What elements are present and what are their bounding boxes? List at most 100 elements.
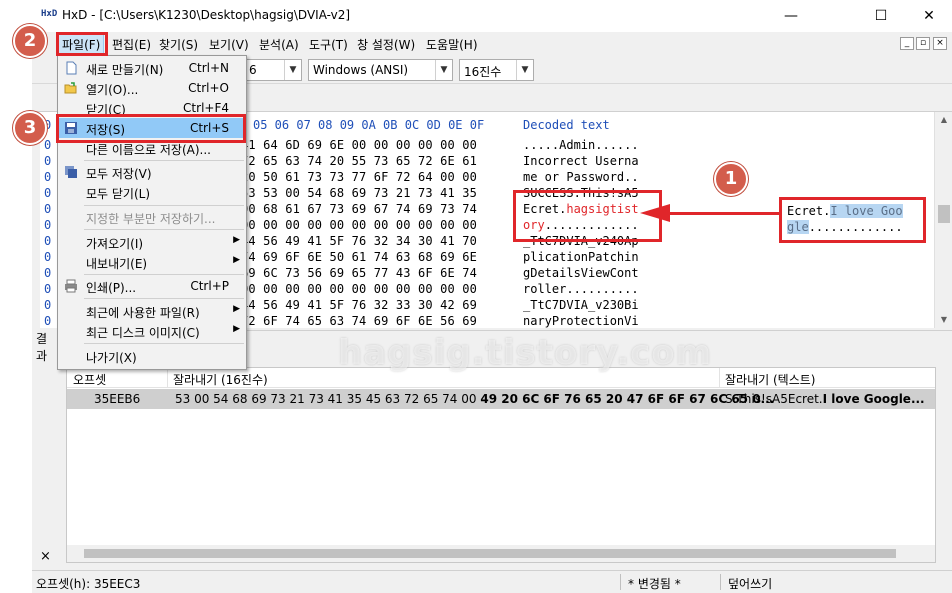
menu-item-close-all[interactable]: 모두 닫기(L) — [58, 182, 246, 202]
menu-item-label: 인쇄(P)... — [86, 281, 137, 295]
row-hex: 72 65 63 74 20 55 73 65 72 6E 61 — [241, 154, 477, 168]
menu-separator — [84, 274, 244, 275]
menu-edit[interactable]: 편집(E) — [112, 36, 151, 53]
menu-item-save-all[interactable]: 모두 저장(V) — [58, 162, 246, 182]
minimize-button[interactable]: — — [768, 0, 814, 32]
watermark: hagsig.tistory.com — [338, 333, 713, 373]
menu-item-shortcut: Ctrl+F4 — [183, 101, 229, 115]
status-bar: 오프셋(h): 35EEC3 * 변경됨 * 덮어쓰기 — [32, 570, 952, 593]
row-text: .....Admin...... — [523, 138, 639, 152]
menu-item-label: 나가기(X) — [86, 351, 137, 365]
menu-item-recent-disk-images[interactable]: 최근 디스크 이미지(C) ▶ — [58, 321, 246, 341]
menu-item-label: 다른 이름으로 저장(A)... — [86, 143, 211, 157]
menu-item-recent-files[interactable]: 최근에 사용한 파일(R) ▶ — [58, 301, 246, 321]
menu-item-label: 최근에 사용한 파일(R) — [86, 306, 200, 320]
decoded-text-header: Decoded text — [523, 118, 610, 132]
callout-text: Ecret. — [787, 204, 831, 218]
callout-text: ............. — [808, 220, 903, 234]
menu-item-label: 지정한 부분만 저장하기... — [86, 212, 216, 226]
row-text: me or Password.. — [523, 170, 639, 184]
callout-selection: gle — [787, 220, 809, 234]
menu-item-new[interactable]: 새로 만들기(N) Ctrl+N — [58, 58, 246, 78]
menu-item-label: 가져오기(I) — [86, 237, 144, 251]
menu-search[interactable]: 찾기(S) — [159, 36, 198, 53]
menu-separator — [84, 205, 244, 206]
results-horizontal-scrollbar[interactable] — [67, 545, 935, 562]
close-results-icon[interactable]: × — [40, 549, 51, 564]
row-hex: 44 56 49 41 5F 76 32 33 30 42 69 — [241, 298, 477, 312]
scroll-down-icon[interactable]: ▼ — [935, 312, 952, 328]
chevron-down-icon: ▼ — [435, 60, 452, 80]
row-offset: 0 — [44, 298, 52, 312]
menu-item-exit[interactable]: 나가기(X) — [58, 346, 246, 366]
row-hex: 20 50 61 73 73 77 6F 72 64 00 00 — [241, 170, 477, 184]
table-row[interactable]: 35EEB6 53 00 54 68 69 73 21 73 41 35 45 … — [67, 389, 935, 409]
menu-item-export[interactable]: 내보내기(E) ▶ — [58, 252, 246, 272]
mdi-close-button[interactable]: × — [933, 37, 947, 50]
file-menu-dropdown: 새로 만들기(N) Ctrl+N 열기(O)... Ctrl+O 닫기(C) C… — [57, 55, 247, 370]
mdi-restore-button[interactable]: ▫ — [916, 37, 930, 50]
result-text-plain: S.This!sA5Ecret. — [725, 392, 823, 406]
hex-column-header: 05 06 07 08 09 0A 0B 0C 0D 0E 0F — [253, 118, 485, 132]
menu-item-import[interactable]: 가져오기(I) ▶ — [58, 232, 246, 252]
menu-item-open[interactable]: 열기(O)... Ctrl+O — [58, 78, 246, 98]
menu-view[interactable]: 보기(V) — [209, 36, 249, 53]
menu-item-label: 최근 디스크 이미지(C) — [86, 326, 200, 340]
new-file-icon — [66, 61, 77, 75]
menu-item-shortcut: Ctrl+P — [190, 279, 229, 293]
callout-line-2: gle............. — [787, 220, 903, 234]
highlight-box-save — [56, 114, 246, 143]
hex-vertical-scrollbar[interactable]: ▲ ▼ — [934, 112, 952, 328]
charset-value: Windows (ANSI) — [313, 63, 409, 77]
col-hex-cut[interactable]: 잘라내기 (16진수) — [173, 371, 268, 388]
menu-separator — [84, 229, 244, 230]
annotation-arrow-head-icon — [640, 204, 670, 222]
hxd-window: HxD HxD - [C:\Users\K1230\Desktop\hagsig… — [0, 0, 952, 593]
row-offset: 0 — [44, 154, 52, 168]
charset-select[interactable]: Windows (ANSI) ▼ — [308, 59, 453, 81]
menu-help[interactable]: 도움말(H) — [426, 36, 478, 53]
results-panel-label: 결과 — [36, 332, 48, 363]
bytes-per-row-select[interactable]: 6 ▼ — [244, 59, 302, 81]
row-hex: 44 56 49 41 5F 76 32 34 30 41 70 — [241, 234, 477, 248]
annotation-arrow-shaft — [668, 212, 780, 215]
row-hex: 69 6C 73 56 69 65 77 43 6F 6E 74 — [241, 266, 477, 280]
column-divider — [167, 368, 168, 388]
hxd-app-icon: HxD — [41, 9, 58, 19]
scrollbar-thumb[interactable] — [938, 205, 950, 223]
row-offset: 0 — [44, 250, 52, 264]
scrollbar-thumb[interactable] — [84, 549, 896, 558]
menu-tools[interactable]: 도구(T) — [309, 36, 348, 53]
menu-window[interactable]: 창 설정(W) — [357, 36, 415, 53]
offset-base-select[interactable]: 16진수 ▼ — [459, 59, 534, 81]
column-divider — [719, 368, 720, 388]
menu-item-shortcut: Ctrl+O — [188, 81, 229, 95]
scroll-up-icon[interactable]: ▲ — [935, 112, 952, 128]
menu-bar: 파일(F) 편집(E) 찾기(S) 보기(V) 분석(A) 도구(T) 창 설정… — [32, 32, 952, 56]
result-offset: 35EEB6 — [94, 392, 141, 406]
row-hex: 00 00 00 00 00 00 00 00 00 00 00 — [241, 282, 477, 296]
mdi-minimize-button[interactable]: _ — [900, 37, 914, 50]
status-changed: * 변경됨 * — [628, 577, 681, 591]
menu-item-print[interactable]: 인쇄(P)... Ctrl+P — [58, 276, 246, 296]
close-window-button[interactable]: ✕ — [906, 0, 952, 32]
col-text-cut[interactable]: 잘라내기 (텍스트) — [725, 371, 815, 388]
chevron-down-icon: ▼ — [284, 60, 301, 80]
menu-separator — [84, 298, 244, 299]
status-mode[interactable]: 덮어쓰기 — [728, 575, 772, 592]
row-offset: 0 — [44, 202, 52, 216]
row-text: naryProtectionVi — [523, 314, 639, 328]
offset-base-value: 16진수 — [464, 65, 502, 79]
submenu-arrow-icon: ▶ — [233, 324, 240, 334]
col-offset[interactable]: 오프셋 — [73, 371, 106, 388]
menu-separator — [84, 343, 244, 344]
left-margin — [0, 0, 32, 593]
menu-analysis[interactable]: 분석(A) — [259, 36, 299, 53]
chevron-down-icon: ▼ — [516, 60, 533, 80]
row-offset: 0 — [44, 282, 52, 296]
status-offset: 오프셋(h): 35EEC3 — [36, 577, 141, 591]
maximize-button[interactable]: ☐ — [858, 0, 904, 32]
row-offset: 0 — [44, 234, 52, 248]
submenu-arrow-icon: ▶ — [233, 235, 240, 245]
row-offset: 0 — [44, 138, 52, 152]
